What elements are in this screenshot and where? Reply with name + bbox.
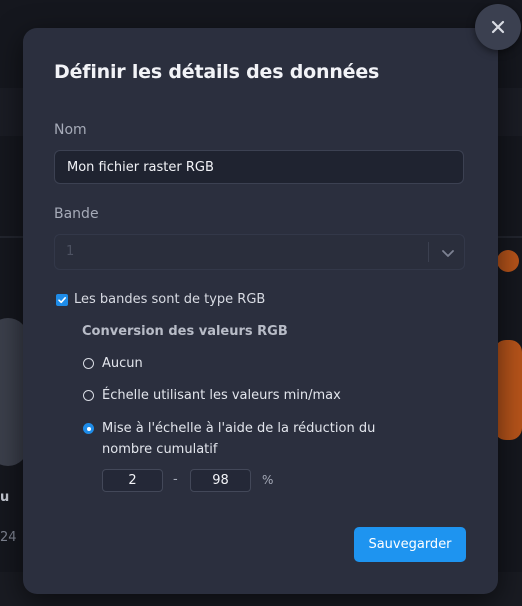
band-label: Bande — [54, 206, 99, 222]
name-input[interactable]: Mon fichier raster RGB — [54, 150, 464, 184]
radio-min-max[interactable] — [83, 390, 94, 401]
close-icon — [491, 20, 505, 34]
range-separator: - — [173, 472, 178, 487]
dialog-title: Définir les détails des données — [54, 61, 380, 83]
range-unit: % — [262, 473, 274, 487]
save-button[interactable]: Sauvegarder — [354, 527, 466, 562]
background-orange-shape — [494, 340, 522, 440]
name-label: Nom — [54, 122, 87, 138]
background-partial-text: 24 — [0, 530, 17, 545]
rgb-bands-checkbox-label[interactable]: Les bandes sont de type RGB — [74, 292, 265, 307]
radio-none[interactable] — [83, 358, 94, 369]
background-orange-shape — [497, 250, 519, 272]
band-select-value: 1 — [66, 244, 75, 259]
chevron-down-icon[interactable] — [439, 244, 457, 262]
name-input-value: Mon fichier raster RGB — [67, 159, 214, 175]
radio-min-max-label[interactable]: Échelle utilisant les valeurs min/max — [102, 385, 341, 406]
radio-cumulative-count-cut-label[interactable]: Mise à l'échelle à l'aide de la réductio… — [102, 418, 402, 460]
select-divider — [428, 242, 429, 262]
rgb-conversion-title: Conversion des valeurs RGB — [82, 324, 288, 339]
data-details-dialog: Définir les détails des données Nom Mon … — [23, 28, 498, 594]
rgb-bands-checkbox[interactable] — [56, 294, 68, 306]
radio-none-label[interactable]: Aucun — [102, 353, 143, 374]
range-max-value: 98 — [212, 473, 229, 488]
range-min-input[interactable]: 2 — [102, 469, 163, 492]
band-select[interactable]: 1 — [54, 234, 465, 270]
range-max-input[interactable]: 98 — [190, 469, 251, 492]
background-partial-text: u — [0, 490, 10, 505]
radio-cumulative-count-cut[interactable] — [83, 423, 94, 434]
close-button[interactable] — [475, 4, 521, 50]
range-min-value: 2 — [128, 473, 137, 488]
check-icon — [58, 297, 66, 304]
